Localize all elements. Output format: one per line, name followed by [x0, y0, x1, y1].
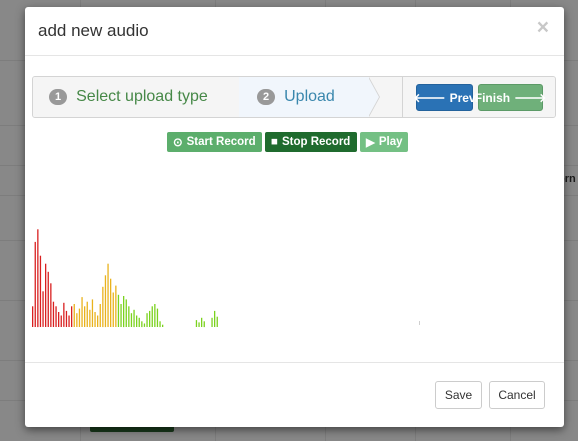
waveform-bar: [32, 306, 34, 327]
waveform-bar: [65, 310, 68, 327]
waveform-bar: [107, 263, 109, 327]
waveform-bar: [128, 306, 130, 327]
dialog-title: add new audio: [38, 21, 149, 40]
recorder-controls: ⊙ Start Record ■ Stop Record ▶ Play: [167, 132, 408, 152]
upload-wizard: 1 Select upload type 2 Upload 🡐 Prev Fin…: [32, 76, 556, 118]
step-label: Upload: [284, 88, 335, 105]
waveform-bar: [133, 309, 135, 328]
waveform-bar: [112, 292, 114, 327]
wizard-actions: 🡐 Prev Finish 🡒: [402, 77, 555, 117]
wizard-step-upload[interactable]: 2 Upload: [239, 77, 369, 117]
waveform-bar: [58, 312, 60, 327]
waveform-bar: [94, 312, 96, 327]
waveform-bar: [76, 313, 78, 327]
waveform-bar: [125, 299, 127, 327]
waveform-bar: [39, 255, 42, 327]
waveform-bar: [86, 301, 88, 327]
waveform-bar: [84, 306, 86, 327]
close-icon[interactable]: ×: [537, 16, 549, 40]
waveform-bar: [63, 302, 65, 327]
waveform-bar: [123, 296, 125, 328]
wizard-step-select-upload-type[interactable]: 1 Select upload type: [33, 77, 239, 117]
prev-button[interactable]: 🡐 Prev: [413, 84, 476, 111]
arrow-left-icon: 🡐: [413, 91, 446, 105]
step-label: Select upload type: [76, 88, 208, 105]
waveform-bar: [195, 320, 198, 327]
prev-label: Prev: [449, 90, 476, 105]
waveform-bar: [141, 321, 143, 328]
waveform-bar: [45, 263, 47, 327]
waveform-bar: [136, 315, 138, 327]
waveform-bar: [214, 310, 216, 327]
waveform-bar: [34, 241, 36, 327]
add-audio-dialog: add new audio × 1 Select upload type 2 U…: [25, 7, 564, 427]
waveform-bar: [162, 324, 164, 327]
start-record-button[interactable]: ⊙ Start Record: [167, 132, 262, 152]
waveform-bar: [52, 301, 55, 327]
waveform-bar: [130, 313, 133, 327]
record-icon: ⊙: [173, 137, 183, 149]
waveform-bar: [42, 291, 44, 327]
step-number-badge: 1: [49, 89, 68, 105]
waveform-bar: [159, 321, 161, 328]
waveform-bar: [149, 310, 151, 327]
waveform-bar: [37, 229, 39, 328]
waveform-bar: [143, 323, 146, 327]
waveform-tick: [419, 321, 420, 325]
waveform-bar: [151, 306, 153, 327]
waveform-bar: [216, 316, 218, 327]
waveform-bar: [104, 275, 107, 328]
waveform-bar: [156, 308, 159, 327]
stop-record-label: Stop Record: [281, 136, 351, 148]
start-record-label: Start Record: [186, 136, 256, 148]
waveform-bar: [55, 306, 57, 327]
play-icon: ▶: [366, 137, 375, 149]
cancel-button[interactable]: Cancel: [489, 381, 545, 409]
arrow-right-icon: 🡒: [514, 91, 547, 105]
play-label: Play: [378, 136, 403, 148]
dialog-footer: Save Cancel: [25, 362, 564, 428]
waveform-bar: [78, 308, 81, 327]
waveform-bar: [47, 271, 49, 327]
audio-waveform: [32, 229, 420, 328]
waveform-bar: [203, 321, 205, 328]
waveform-bar: [102, 286, 104, 328]
waveform-bar: [91, 299, 94, 327]
waveform-bar: [73, 304, 75, 327]
waveform-bar: [154, 304, 156, 327]
stop-record-button[interactable]: ■ Stop Record: [265, 132, 357, 152]
step-number-badge: 2: [257, 89, 276, 105]
waveform-bar: [120, 304, 122, 327]
waveform-bar: [198, 322, 200, 327]
step-separator: [368, 77, 379, 117]
waveform-bar: [89, 309, 91, 328]
waveform-bar: [138, 317, 140, 327]
stop-icon: ■: [271, 136, 278, 148]
waveform-bar: [146, 313, 148, 327]
waveform-bar: [60, 315, 62, 327]
waveform-bar: [81, 297, 83, 327]
waveform-bar: [110, 278, 112, 327]
waveform-bar: [68, 315, 70, 327]
finish-button[interactable]: Finish 🡒: [474, 84, 547, 111]
waveform-bar: [117, 294, 120, 327]
waveform-bar: [50, 283, 52, 327]
waveform-bar: [99, 304, 101, 327]
finish-label: Finish: [474, 90, 511, 105]
waveform-bar: [97, 315, 99, 327]
waveform-bar: [115, 285, 117, 327]
play-button[interactable]: ▶ Play: [360, 132, 408, 152]
waveform-bar: [211, 317, 213, 327]
waveform-bar: [201, 317, 203, 327]
save-button[interactable]: Save: [435, 381, 482, 409]
waveform-bar: [71, 306, 73, 327]
dialog-header: add new audio ×: [25, 7, 564, 56]
